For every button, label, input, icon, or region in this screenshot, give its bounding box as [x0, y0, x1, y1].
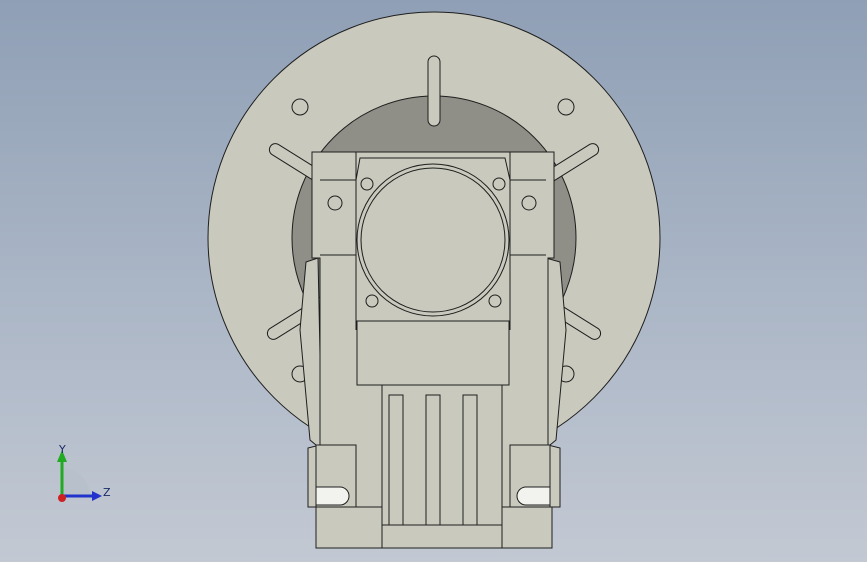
rib-top — [427, 55, 441, 127]
bore-hole — [360, 177, 374, 191]
triad-plane-fill — [62, 468, 90, 496]
cooling-fin — [462, 394, 478, 526]
z-axis-label: Z — [103, 486, 111, 499]
flange-bolt-hole — [291, 98, 309, 116]
flange-bolt-hole — [557, 98, 575, 116]
cad-viewport[interactable]: Y Z — [0, 0, 867, 562]
y-axis-label: Y — [59, 443, 66, 456]
corner-hole — [327, 195, 343, 211]
view-triad[interactable] — [40, 438, 130, 518]
input-bore — [356, 163, 510, 317]
gear-reducer-model[interactable] — [0, 0, 867, 562]
corner-hole — [521, 195, 537, 211]
cooling-fin — [388, 394, 404, 526]
bore-hole — [365, 294, 379, 308]
cooling-fin — [425, 394, 441, 526]
name-plate — [356, 320, 510, 386]
foot-slot-right — [516, 486, 551, 506]
bore-hole — [492, 177, 506, 191]
bore-hole — [488, 294, 502, 308]
triad-origin — [58, 494, 66, 502]
foot-slot-left — [315, 486, 350, 506]
z-axis-arrow-icon — [92, 491, 102, 501]
